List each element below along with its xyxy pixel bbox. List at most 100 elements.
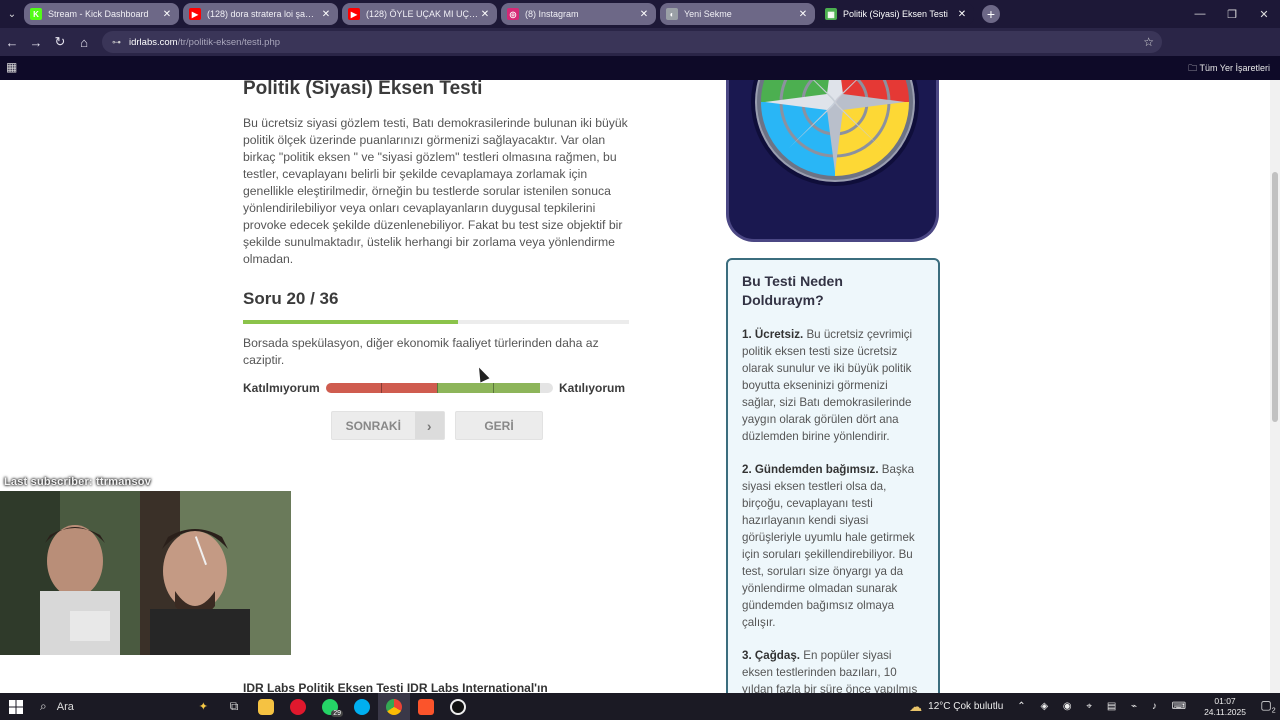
browser-tab[interactable]: ◐ Yeni Sekme ✕ (660, 3, 815, 25)
speedtest-icon[interactable] (442, 693, 474, 720)
browser-tab[interactable]: ▦ Politik (Siyasi) Eksen Testi ✕ (819, 3, 974, 25)
tab-bar: ⌄ K Stream - Kick Dashboard ✕ ▶ (128) dora s… (0, 0, 1280, 28)
tab-favicon-icon: ▦ (825, 8, 837, 20)
close-tab-icon[interactable]: ✕ (161, 9, 173, 20)
whatsapp-icon[interactable]: 29 (314, 693, 346, 720)
sidebar-item-text: Bu ücretsiz çevrimiçi politik eksen test… (742, 328, 913, 443)
question-text: Borsada spekülasyon, diğer ekonomik faal… (243, 336, 599, 367)
sidebar-item-text: Başka siyasi eksen testleri olsa da, bir… (742, 463, 915, 629)
tab-title: (128) dora stratera loi şampiyo (207, 9, 320, 19)
tab-favicon-icon: K (30, 8, 42, 20)
compass-logo-icon (751, 80, 919, 186)
apps-grid-icon[interactable]: ▦ (6, 60, 17, 74)
task-view-icon[interactable]: ⧉ (218, 693, 250, 720)
windows-start-icon[interactable] (0, 693, 32, 720)
browser-tab[interactable]: ◎ (8) Instagram ✕ (501, 3, 656, 25)
tray-icons[interactable]: ⌃ ◈ ◉ ⌖ ▤ ⌁ ♪ ⌨ (1017, 701, 1192, 712)
opera-icon[interactable] (282, 693, 314, 720)
url-path: /tr/politik-eksen/testi.php (177, 36, 281, 48)
forward-icon[interactable]: → (24, 28, 48, 56)
all-bookmarks-button[interactable]: 🗀 Tüm Yer İşaretleri (1188, 61, 1270, 77)
next-button[interactable]: SONRAKİ › (331, 411, 445, 440)
scale-right-label: Katılıyorum (559, 381, 626, 395)
close-tab-icon[interactable]: ✕ (320, 9, 332, 20)
taskbar-search[interactable]: ⌕ Ara ✦ (32, 693, 218, 720)
bookmark-star-icon[interactable]: ☆ (1143, 35, 1154, 49)
question-counter: Soru 20 / 36 (243, 289, 339, 308)
brave-icon[interactable] (410, 693, 442, 720)
cloud-icon: ☁ (909, 698, 923, 714)
why-take-test-card: Bu Testi Neden Dolduraym? 1. Ücretsiz. B… (726, 258, 940, 693)
scale-option[interactable] (437, 383, 493, 393)
notification-icon[interactable]: ▢2 (1256, 698, 1280, 714)
whatsapp-badge: 29 (331, 710, 343, 717)
search-icon: ⌕ (40, 699, 47, 713)
minimize-icon[interactable]: — (1184, 0, 1216, 28)
skype-icon[interactable] (346, 693, 378, 720)
clock-date: 24.11.2025 (1204, 706, 1246, 717)
page-title: Politik (Siyasi) Eksen Testi (243, 80, 483, 99)
back-button[interactable]: GERİ (455, 411, 543, 440)
close-tab-icon[interactable]: ✕ (479, 9, 491, 20)
close-tab-icon[interactable]: ✕ (797, 9, 809, 20)
close-window-icon[interactable]: ✕ (1248, 0, 1280, 28)
webcam-overlay (0, 491, 291, 655)
scale-option[interactable] (326, 383, 381, 393)
tab-title: (8) Instagram (525, 9, 579, 19)
close-tab-icon[interactable]: ✕ (956, 9, 968, 20)
all-bookmarks-label: Tüm Yer İşaretleri (1199, 63, 1270, 73)
notification-count: 2 (1271, 707, 1276, 715)
tab-title: Yeni Sekme (684, 9, 732, 19)
close-tab-icon[interactable]: ✕ (638, 9, 650, 20)
tab-favicon-icon: ▶ (348, 8, 360, 20)
test-logo (726, 80, 939, 242)
browser-tab[interactable]: K Stream - Kick Dashboard ✕ (24, 3, 179, 25)
restore-icon[interactable]: ❐ (1216, 0, 1248, 28)
sidebar-items: 1. Ücretsiz. Bu ücretsiz çevrimiçi polit… (742, 326, 924, 693)
webcam-image (0, 491, 291, 655)
clock[interactable]: 01:07 24.11.2025 (1204, 696, 1246, 718)
web-page: Politik (Siyasi) Eksen Testi Bu ücretsiz… (0, 80, 1280, 693)
reload-icon[interactable]: ↻ (48, 28, 72, 56)
intro-text: Bu ücretsiz siyasi gözlem testi, Batı de… (243, 116, 628, 266)
sidebar-item-title: 3. Çağdaş. (742, 649, 800, 662)
sidebar-item-title: 2. Gündemden bağımsız. (742, 463, 879, 476)
answer-scale[interactable] (326, 383, 553, 393)
sidebar-heading: Bu Testi Neden Dolduraym? (742, 273, 843, 308)
footer-heading: IDR Labs Politik Eksen Testi IDR Labs In… (243, 681, 548, 693)
chrome-icon[interactable] (378, 693, 410, 720)
system-tray: ☁ 12°C Çok bulutlu ⌃ ◈ ◉ ⌖ ▤ ⌁ ♪ ⌨ 01:07 2… (909, 693, 1280, 720)
tab-favicon-icon: ◐ (666, 8, 678, 20)
scrollbar-thumb[interactable] (1272, 172, 1278, 422)
search-highlight-icon: ✦ (198, 701, 208, 713)
page-scrollbar[interactable] (1270, 80, 1280, 693)
progress-bar (243, 320, 629, 324)
tab-favicon-icon: ◎ (507, 8, 519, 20)
tab-favicon-icon: ▶ (189, 8, 201, 20)
scale-option[interactable] (381, 383, 437, 393)
sidebar-item: 2. Gündemden bağımsız. Başka siyasi ekse… (742, 461, 924, 631)
taskbar: ⌕ Ara ✦ ⧉ 29 ☁ 12°C Çok bulutlu ⌃ ◈ ◉ ⌖ ▤ ⌁… (0, 693, 1280, 720)
address-bar[interactable]: ⊶ idrlabs.com/tr/politik-eksen/testi.php… (102, 31, 1162, 53)
tab-title: Politik (Siyasi) Eksen Testi (843, 9, 948, 19)
sidebar-item: 1. Ücretsiz. Bu ücretsiz çevrimiçi polit… (742, 326, 924, 445)
tab-strip: K Stream - Kick Dashboard ✕ ▶ (128) dora str… (24, 3, 978, 25)
tab-search-chevron-icon[interactable]: ⌄ (0, 0, 24, 28)
weather-text: 12°C Çok bulutlu (928, 701, 1004, 712)
toolbar: ← → ↻ ⌂ ⊶ idrlabs.com/tr/politik-eksen/t… (0, 28, 1280, 77)
back-icon[interactable]: ← (0, 28, 24, 56)
window-controls: — ❐ ✕ (1184, 0, 1280, 28)
browser-tab[interactable]: ▶ (128) ÖYLE UÇAK MI UÇAR | Ka✕ (342, 3, 497, 25)
weather-widget[interactable]: ☁ 12°C Çok bulutlu (909, 699, 1003, 715)
scale-option[interactable] (493, 383, 540, 393)
file-explorer-icon[interactable] (250, 693, 282, 720)
search-label: Ara (56, 700, 74, 713)
home-icon[interactable]: ⌂ (72, 28, 96, 56)
site-info-icon[interactable]: ⊶ (112, 37, 121, 48)
next-label: SONRAKİ (345, 418, 401, 433)
new-tab-button[interactable]: + (982, 5, 1000, 23)
stream-overlay-label: Last subscriber: ttrmansov (4, 476, 152, 488)
scale-left-label: Katılmıyorum (243, 381, 320, 395)
url-host: idrlabs.com (129, 36, 178, 48)
browser-tab[interactable]: ▶ (128) dora stratera loi şampiyo ✕ (183, 3, 338, 25)
